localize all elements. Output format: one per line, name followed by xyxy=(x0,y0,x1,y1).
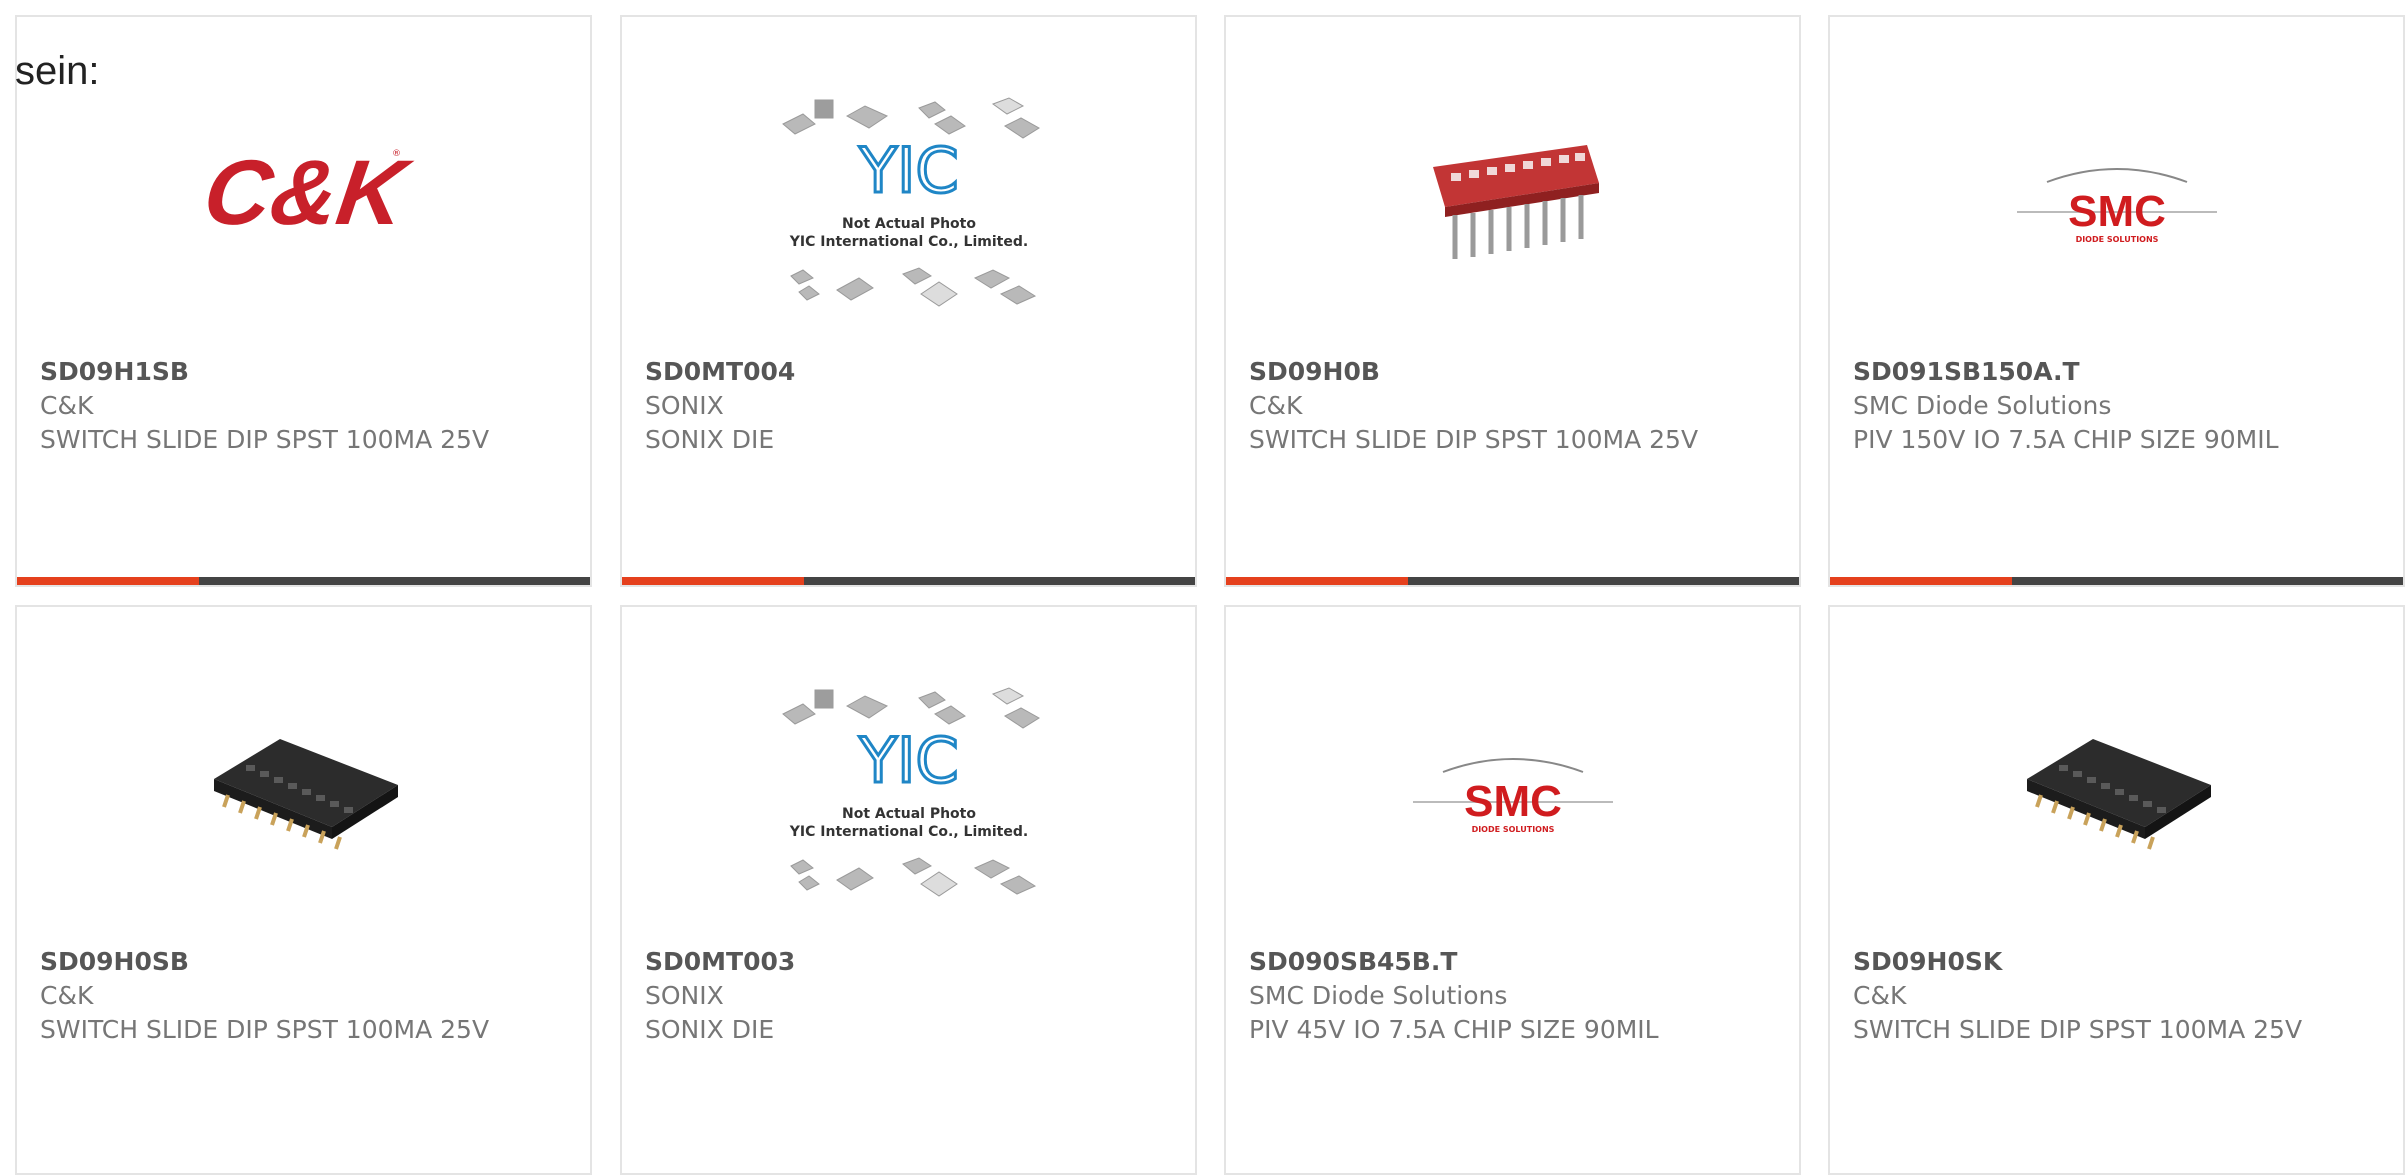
part-number-link[interactable]: SD091SB150A.T xyxy=(1853,355,2343,389)
accent-segment xyxy=(17,577,199,585)
svg-text:DIODE SOLUTIONS: DIODE SOLUTIONS xyxy=(2075,235,2158,244)
manufacturer: SONIX xyxy=(645,391,724,420)
svg-text:®: ® xyxy=(392,149,401,159)
part-number-link[interactable]: SD09H0SB xyxy=(40,945,530,979)
product-card[interactable]: SMC DIODE SOLUTIONS SD090SB45B.T SMC Dio… xyxy=(1224,605,1801,1175)
product-info: SD09H0B C&K SWITCH SLIDE DIP SPST 100MA … xyxy=(1249,355,1739,457)
product-grid: C&K ® SD09H1SB C&K SWITCH SLIDE DIP SPST… xyxy=(0,0,2408,1175)
description: PIV 150V IO 7.5A CHIP SIZE 90MIL xyxy=(1853,425,2279,454)
product-card[interactable]: YIC Not Actual Photo YIC International C… xyxy=(620,605,1197,1175)
description: SONIX DIE xyxy=(645,425,775,454)
accent-segment xyxy=(1830,577,2012,585)
manufacturer: C&K xyxy=(40,981,94,1010)
svg-text:Not Actual Photo: Not Actual Photo xyxy=(842,806,976,822)
svg-text:SMC: SMC xyxy=(2068,187,2166,236)
part-number-link[interactable]: SD09H0B xyxy=(1249,355,1739,389)
product-card[interactable]: SD09H0SK C&K SWITCH SLIDE DIP SPST 100MA… xyxy=(1828,605,2405,1175)
part-number-link[interactable]: SD0MT004 xyxy=(645,355,1135,389)
manufacturer: C&K xyxy=(1853,981,1907,1010)
product-info: SD090SB45B.T SMC Diode Solutions PIV 45V… xyxy=(1249,945,1739,1047)
black-dip-switch-icon xyxy=(2026,739,2211,850)
card-accent-bar xyxy=(1226,577,1799,585)
product-image[interactable] xyxy=(1226,72,1799,332)
product-info: SD0MT003 SONIX SONIX DIE xyxy=(645,945,1135,1047)
manufacturer: C&K xyxy=(1249,391,1303,420)
part-number-link[interactable]: SD090SB45B.T xyxy=(1249,945,1739,979)
product-image[interactable]: SMC DIODE SOLUTIONS xyxy=(1226,662,1799,922)
product-image[interactable]: SMC DIODE SOLUTIONS xyxy=(1830,72,2403,332)
svg-text:C&K: C&K xyxy=(198,140,418,243)
accent-segment xyxy=(1226,577,1408,585)
product-image[interactable]: YIC Not Actual Photo YIC International C… xyxy=(622,72,1195,332)
svg-text:SMC: SMC xyxy=(1464,777,1562,826)
manufacturer: SMC Diode Solutions xyxy=(1249,981,1508,1010)
product-image[interactable] xyxy=(17,662,590,922)
svg-text:YIC: YIC xyxy=(858,134,958,207)
product-card[interactable]: C&K ® SD09H1SB C&K SWITCH SLIDE DIP SPST… xyxy=(15,15,592,587)
description: SONIX DIE xyxy=(645,1015,775,1044)
part-number-link[interactable]: SD09H0SK xyxy=(1853,945,2343,979)
card-accent-bar xyxy=(622,577,1195,585)
product-info: SD09H0SK C&K SWITCH SLIDE DIP SPST 100MA… xyxy=(1853,945,2343,1047)
part-number-link[interactable]: SD0MT003 xyxy=(645,945,1135,979)
smc-logo-icon: SMC DIODE SOLUTIONS xyxy=(2016,168,2217,244)
svg-text:YIC: YIC xyxy=(858,724,958,797)
description: SWITCH SLIDE DIP SPST 100MA 25V xyxy=(1249,425,1699,454)
product-info: SD09H0SB C&K SWITCH SLIDE DIP SPST 100MA… xyxy=(40,945,530,1047)
product-image[interactable] xyxy=(1830,662,2403,922)
product-image[interactable]: YIC Not Actual Photo YIC International C… xyxy=(622,662,1195,922)
yic-placeholder-icon: YIC Not Actual Photo YIC International C… xyxy=(781,97,1040,307)
description: SWITCH SLIDE DIP SPST 100MA 25V xyxy=(1853,1015,2303,1044)
ck-logo-icon: C&K ® xyxy=(198,140,418,243)
part-number-link[interactable]: SD09H1SB xyxy=(40,355,530,389)
svg-text:YIC International Co., Limited: YIC International Co., Limited. xyxy=(788,824,1027,840)
product-card[interactable]: YIC Not Actual Photo YIC International C… xyxy=(620,15,1197,587)
product-card[interactable]: SD09H0B C&K SWITCH SLIDE DIP SPST 100MA … xyxy=(1224,15,1801,587)
manufacturer: C&K xyxy=(40,391,94,420)
description: SWITCH SLIDE DIP SPST 100MA 25V xyxy=(40,425,490,454)
intro-text: sein: xyxy=(15,49,100,93)
svg-text:DIODE SOLUTIONS: DIODE SOLUTIONS xyxy=(1471,825,1554,834)
manufacturer: SMC Diode Solutions xyxy=(1853,391,2112,420)
product-image[interactable]: C&K ® xyxy=(17,72,590,332)
product-card[interactable]: SMC DIODE SOLUTIONS SD091SB150A.T SMC Di… xyxy=(1828,15,2405,587)
description: PIV 45V IO 7.5A CHIP SIZE 90MIL xyxy=(1249,1015,1659,1044)
product-card[interactable]: SD09H0SB C&K SWITCH SLIDE DIP SPST 100MA… xyxy=(15,605,592,1175)
manufacturer: SONIX xyxy=(645,981,724,1010)
black-dip-switch-icon xyxy=(213,739,398,850)
description: SWITCH SLIDE DIP SPST 100MA 25V xyxy=(40,1015,490,1044)
product-info: SD0MT004 SONIX SONIX DIE xyxy=(645,355,1135,457)
accent-segment xyxy=(622,577,804,585)
card-accent-bar xyxy=(17,577,590,585)
card-accent-bar xyxy=(1830,577,2403,585)
product-info: SD091SB150A.T SMC Diode Solutions PIV 15… xyxy=(1853,355,2343,457)
red-dip-switch-icon xyxy=(1432,145,1599,259)
svg-text:Not Actual Photo: Not Actual Photo xyxy=(842,216,976,232)
yic-placeholder-icon: YIC Not Actual Photo YIC International C… xyxy=(781,687,1040,897)
svg-text:YIC International Co., Limited: YIC International Co., Limited. xyxy=(788,234,1027,250)
product-info: SD09H1SB C&K SWITCH SLIDE DIP SPST 100MA… xyxy=(40,355,530,457)
smc-logo-icon: SMC DIODE SOLUTIONS xyxy=(1412,758,1613,834)
